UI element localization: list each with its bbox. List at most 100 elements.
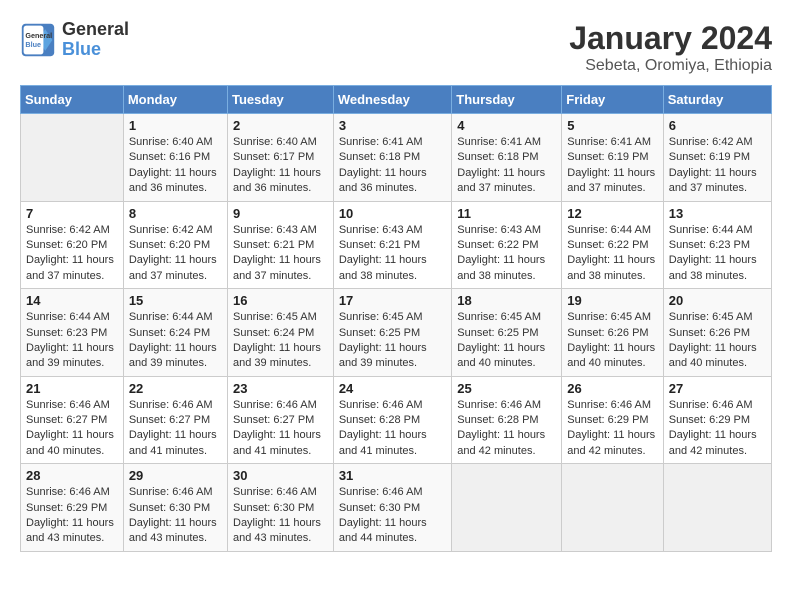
day-number: 25 <box>457 381 556 396</box>
day-number: 18 <box>457 293 556 308</box>
title-block: January 2024 Sebeta, Oromiya, Ethiopia <box>569 20 772 75</box>
day-number: 1 <box>129 118 222 133</box>
day-info: Sunrise: 6:43 AM Sunset: 6:22 PM Dayligh… <box>457 223 556 285</box>
calendar-cell: 24Sunrise: 6:46 AM Sunset: 6:28 PM Dayli… <box>333 376 451 464</box>
day-info: Sunrise: 6:44 AM Sunset: 6:22 PM Dayligh… <box>567 223 657 285</box>
column-header-monday: Monday <box>123 86 227 114</box>
calendar-cell: 15 Sunrise: 6:44 AM Sunset: 6:24 PM Dayli… <box>123 289 227 377</box>
day-number: 16 <box>233 293 328 308</box>
column-header-saturday: Saturday <box>663 86 771 114</box>
day-number: 15 <box>129 293 222 308</box>
day-info: Sunrise: 6:46 AM Sunset: 6:30 PM Dayligh… <box>233 485 328 547</box>
day-info: Sunrise: 6:45 AM Sunset: 6:25 PM Dayligh… <box>457 310 556 372</box>
day-info: Sunrise: 6:45 AM Sunset: 6:26 PM Dayligh… <box>567 310 657 372</box>
calendar-cell: 27 Sunrise: 6:46 AM Sunset: 6:29 PM Dayli… <box>663 376 771 464</box>
day-number: 20 <box>669 293 766 308</box>
day-info: Sunrise: 6:45 AM Sunset: 6:24 PM Dayligh… <box>233 310 328 372</box>
calendar-table: SundayMondayTuesdayWednesdayThursdayFrid… <box>20 85 772 552</box>
column-header-wednesday: Wednesday <box>333 86 451 114</box>
calendar-cell: 9 Sunrise: 6:43 AM Sunset: 6:21 PM Daylig… <box>228 201 334 289</box>
day-info: Sunrise: 6:45 AM Sunset: 6:26 PM Dayligh… <box>669 310 766 372</box>
day-number: 7 <box>26 206 118 221</box>
logo-icon: General Blue <box>20 22 56 58</box>
calendar-cell <box>452 464 562 552</box>
logo-text: General Blue <box>62 20 129 60</box>
day-number: 29 <box>129 468 222 483</box>
day-info: Sunrise: 6:45 AM Sunset: 6:25 PM Dayligh… <box>339 310 446 372</box>
day-info: Sunrise: 6:44 AM Sunset: 6:24 PM Dayligh… <box>129 310 222 372</box>
calendar-cell <box>21 114 124 202</box>
day-info: Sunrise: 6:43 AM Sunset: 6:21 PM Dayligh… <box>233 223 328 285</box>
day-info: Sunrise: 6:46 AM Sunset: 6:29 PM Dayligh… <box>26 485 118 547</box>
day-info: Sunrise: 6:46 AM Sunset: 6:29 PM Dayligh… <box>567 398 657 460</box>
calendar-week-4: 21 Sunrise: 6:46 AM Sunset: 6:27 PM Dayli… <box>21 376 772 464</box>
month-title: January 2024 <box>569 20 772 57</box>
calendar-week-1: 1 Sunrise: 6:40 AM Sunset: 6:16 PM Daylig… <box>21 114 772 202</box>
calendar-week-2: 7 Sunrise: 6:42 AM Sunset: 6:20 PM Daylig… <box>21 201 772 289</box>
day-number: 5 <box>567 118 657 133</box>
day-info: Sunrise: 6:40 AM Sunset: 6:16 PM Dayligh… <box>129 135 222 197</box>
day-number: 12 <box>567 206 657 221</box>
calendar-cell: 30Sunrise: 6:46 AM Sunset: 6:30 PM Dayli… <box>228 464 334 552</box>
day-info: Sunrise: 6:46 AM Sunset: 6:29 PM Dayligh… <box>669 398 766 460</box>
day-info: Sunrise: 6:42 AM Sunset: 6:19 PM Dayligh… <box>669 135 766 197</box>
calendar-cell: 26Sunrise: 6:46 AM Sunset: 6:29 PM Dayli… <box>562 376 663 464</box>
calendar-cell: 1 Sunrise: 6:40 AM Sunset: 6:16 PM Daylig… <box>123 114 227 202</box>
day-number: 21 <box>26 381 118 396</box>
day-number: 10 <box>339 206 446 221</box>
calendar-cell <box>663 464 771 552</box>
calendar-cell: 16 Sunrise: 6:45 AM Sunset: 6:24 PM Dayli… <box>228 289 334 377</box>
calendar-cell: 13 Sunrise: 6:44 AM Sunset: 6:23 PM Dayli… <box>663 201 771 289</box>
calendar-cell: 8Sunrise: 6:42 AM Sunset: 6:20 PM Daylig… <box>123 201 227 289</box>
day-info: Sunrise: 6:46 AM Sunset: 6:27 PM Dayligh… <box>129 398 222 460</box>
calendar-cell: 2 Sunrise: 6:40 AM Sunset: 6:17 PM Daylig… <box>228 114 334 202</box>
calendar-cell: 18 Sunrise: 6:45 AM Sunset: 6:25 PM Dayli… <box>452 289 562 377</box>
day-number: 4 <box>457 118 556 133</box>
day-info: Sunrise: 6:43 AM Sunset: 6:21 PM Dayligh… <box>339 223 446 285</box>
day-number: 31 <box>339 468 446 483</box>
calendar-cell: 14 Sunrise: 6:44 AM Sunset: 6:23 PM Dayli… <box>21 289 124 377</box>
day-info: Sunrise: 6:40 AM Sunset: 6:17 PM Dayligh… <box>233 135 328 197</box>
calendar-cell: 21 Sunrise: 6:46 AM Sunset: 6:27 PM Dayli… <box>21 376 124 464</box>
calendar-cell: 19 Sunrise: 6:45 AM Sunset: 6:26 PM Dayli… <box>562 289 663 377</box>
day-number: 23 <box>233 381 328 396</box>
day-number: 14 <box>26 293 118 308</box>
calendar-cell: 23 Sunrise: 6:46 AM Sunset: 6:27 PM Dayli… <box>228 376 334 464</box>
day-number: 2 <box>233 118 328 133</box>
day-info: Sunrise: 6:41 AM Sunset: 6:18 PM Dayligh… <box>339 135 446 197</box>
day-info: Sunrise: 6:44 AM Sunset: 6:23 PM Dayligh… <box>669 223 766 285</box>
column-header-friday: Friday <box>562 86 663 114</box>
location-subtitle: Sebeta, Oromiya, Ethiopia <box>569 57 772 75</box>
day-number: 19 <box>567 293 657 308</box>
day-number: 27 <box>669 381 766 396</box>
day-info: Sunrise: 6:42 AM Sunset: 6:20 PM Dayligh… <box>129 223 222 285</box>
day-number: 6 <box>669 118 766 133</box>
svg-text:Blue: Blue <box>25 40 41 49</box>
calendar-cell: 28Sunrise: 6:46 AM Sunset: 6:29 PM Dayli… <box>21 464 124 552</box>
day-info: Sunrise: 6:46 AM Sunset: 6:27 PM Dayligh… <box>233 398 328 460</box>
day-number: 3 <box>339 118 446 133</box>
calendar-cell: 20 Sunrise: 6:45 AM Sunset: 6:26 PM Dayli… <box>663 289 771 377</box>
day-info: Sunrise: 6:46 AM Sunset: 6:28 PM Dayligh… <box>339 398 446 460</box>
day-number: 11 <box>457 206 556 221</box>
logo: General Blue General Blue <box>20 20 129 60</box>
calendar-header-row: SundayMondayTuesdayWednesdayThursdayFrid… <box>21 86 772 114</box>
calendar-cell: 22 Sunrise: 6:46 AM Sunset: 6:27 PM Dayli… <box>123 376 227 464</box>
day-number: 13 <box>669 206 766 221</box>
calendar-week-3: 14 Sunrise: 6:44 AM Sunset: 6:23 PM Dayli… <box>21 289 772 377</box>
column-header-sunday: Sunday <box>21 86 124 114</box>
day-info: Sunrise: 6:46 AM Sunset: 6:27 PM Dayligh… <box>26 398 118 460</box>
calendar-cell: 6 Sunrise: 6:42 AM Sunset: 6:19 PM Daylig… <box>663 114 771 202</box>
calendar-cell: 4Sunrise: 6:41 AM Sunset: 6:18 PM Daylig… <box>452 114 562 202</box>
calendar-cell: 25Sunrise: 6:46 AM Sunset: 6:28 PM Dayli… <box>452 376 562 464</box>
day-number: 17 <box>339 293 446 308</box>
day-info: Sunrise: 6:46 AM Sunset: 6:30 PM Dayligh… <box>129 485 222 547</box>
day-info: Sunrise: 6:41 AM Sunset: 6:19 PM Dayligh… <box>567 135 657 197</box>
column-header-tuesday: Tuesday <box>228 86 334 114</box>
calendar-cell: 31Sunrise: 6:46 AM Sunset: 6:30 PM Dayli… <box>333 464 451 552</box>
day-info: Sunrise: 6:44 AM Sunset: 6:23 PM Dayligh… <box>26 310 118 372</box>
day-number: 9 <box>233 206 328 221</box>
day-number: 22 <box>129 381 222 396</box>
page-header: General Blue General Blue January 2024 S… <box>20 20 772 75</box>
calendar-week-5: 28Sunrise: 6:46 AM Sunset: 6:29 PM Dayli… <box>21 464 772 552</box>
